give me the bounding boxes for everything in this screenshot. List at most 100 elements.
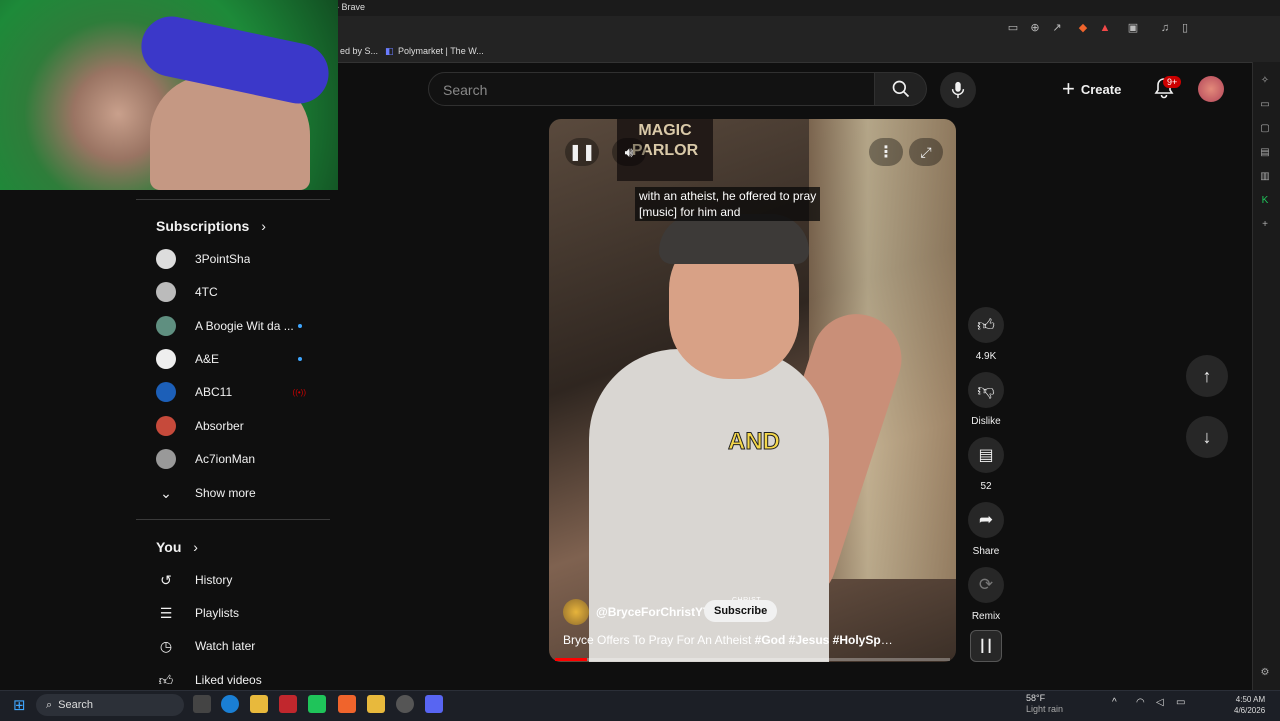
account-avatar[interactable]: [1198, 76, 1224, 102]
channel-avatar: [156, 382, 176, 402]
channel-avatar[interactable]: [563, 599, 589, 625]
video-captions: with an atheist, he offered to pray [mus…: [635, 187, 821, 221]
liked-videos-icon: 👍︎: [158, 671, 174, 688]
fullscreen-button[interactable]: ⤢: [909, 138, 943, 166]
speaker-icon[interactable]: ◁: [1156, 697, 1164, 708]
comments-action: ▤ 52: [966, 437, 1006, 492]
battery-icon[interactable]: ▭: [1176, 697, 1185, 708]
like-button[interactable]: 👍︎: [968, 307, 1004, 343]
channel-avatar: [156, 282, 176, 302]
taskbar-search-label: Search: [58, 699, 94, 711]
you-header[interactable]: You ›: [156, 539, 198, 555]
windows-start-icon[interactable]: ⊞: [13, 696, 26, 714]
edge-icon[interactable]: [221, 695, 239, 713]
more-vertical-icon: ⋮: [878, 144, 894, 161]
video-title-text: Bryce Offers To Pray For An Atheist: [563, 633, 755, 647]
brave-shields-icon[interactable]: ◆: [1076, 21, 1090, 35]
share-button[interactable]: ➦: [968, 502, 1004, 538]
brave-rewards-icon[interactable]: ▲: [1098, 21, 1112, 35]
voice-search-button[interactable]: [940, 72, 976, 108]
search-input[interactable]: [441, 79, 865, 101]
sidebar-item-ac7ionman[interactable]: Ac7ionMan: [156, 444, 326, 474]
extension-k-icon[interactable]: K: [1258, 194, 1272, 208]
playlists-icon: ☰: [159, 604, 173, 621]
sidebar-item-watch-later[interactable]: ◷ Watch later: [156, 631, 326, 661]
microphone-icon: [951, 81, 965, 99]
sidebar-item-playlists[interactable]: ☰ Playlists: [156, 598, 326, 628]
video-progress-bar[interactable]: [555, 658, 950, 661]
extensions-icon[interactable]: ▣: [1126, 21, 1140, 35]
new-content-dot: [298, 324, 302, 328]
sidebar-item-absorber[interactable]: Absorber: [156, 411, 326, 441]
pause-button[interactable]: ❚❚: [565, 138, 599, 166]
kick-icon[interactable]: [308, 695, 326, 713]
settings-gear-icon[interactable]: ⚙: [1258, 666, 1272, 680]
watch-later-label: Watch later: [195, 639, 256, 653]
leo-ai-icon[interactable]: ✧: [1258, 74, 1272, 88]
media-icon[interactable]: ♫: [1158, 21, 1172, 35]
video-title-hashtags[interactable]: #God #Jesus #HolySpirit ...: [755, 633, 893, 647]
chevron-right-icon: ›: [193, 539, 198, 555]
taskbar-search[interactable]: ⌕ Search: [36, 694, 184, 716]
subscribe-button[interactable]: Subscribe: [704, 600, 778, 622]
dislike-button[interactable]: 👎︎: [968, 372, 1004, 408]
share-page-icon[interactable]: ↗: [1050, 21, 1064, 35]
obs-icon[interactable]: [396, 695, 414, 713]
bookmark-item[interactable]: ed by S...: [340, 46, 378, 56]
zoom-icon[interactable]: ⊕: [1028, 21, 1042, 35]
new-content-dot: [298, 357, 302, 361]
sidebar-item-3pointsha[interactable]: 3PointSha: [156, 244, 326, 274]
create-button[interactable]: + Create: [1062, 72, 1138, 106]
bookmark-item[interactable]: Polymarket | The W...: [398, 46, 484, 56]
sidebar-item-ae[interactable]: A&E: [156, 344, 326, 374]
like-action: 👍︎ 4.9K: [966, 307, 1006, 362]
search-icon: ⌕: [46, 698, 53, 711]
rockstar-icon[interactable]: [367, 695, 385, 713]
cast-icon[interactable]: ▭: [1006, 21, 1020, 35]
task-view-icon[interactable]: [193, 695, 211, 713]
history-panel-icon[interactable]: ▤: [1258, 146, 1272, 160]
subscriptions-header[interactable]: Subscriptions ›: [156, 218, 266, 234]
remix-action: ⟳ Remix: [966, 567, 1006, 622]
show-more-button[interactable]: ⌄ Show more: [156, 478, 326, 508]
channel-label: ABC11: [195, 385, 233, 399]
weather-widget[interactable]: 58°F Light rain: [1012, 693, 1063, 715]
remix-button[interactable]: ⟳: [968, 567, 1004, 603]
mute-button[interactable]: 🔊︎: [612, 138, 646, 166]
tray-chevron-icon[interactable]: ^: [1112, 697, 1117, 708]
reading-list-icon[interactable]: ▭: [1258, 98, 1272, 112]
comments-count: 52: [980, 481, 992, 492]
channel-name[interactable]: @BryceForChristYT: [596, 605, 710, 619]
discord-icon[interactable]: [425, 695, 443, 713]
brave-icon[interactable]: [338, 695, 356, 713]
like-count: 4.9K: [975, 351, 997, 362]
sound-button[interactable]: ┃┃: [970, 630, 1002, 662]
taskbar-clock[interactable]: 4:50 AM 4/6/2026: [1234, 694, 1265, 716]
next-video-button[interactable]: ↓: [1186, 416, 1228, 458]
more-options-button[interactable]: ⋮: [869, 138, 903, 166]
adobe-icon[interactable]: [279, 695, 297, 713]
window-title: - Brave: [336, 2, 366, 12]
sidebar-toggle-icon[interactable]: ▯: [1178, 21, 1192, 35]
plus-icon: +: [1062, 76, 1075, 101]
sidebar-item-abc11[interactable]: ABC11 ((•)): [156, 377, 326, 407]
wifi-icon[interactable]: ◠: [1136, 697, 1145, 708]
dislike-action: 👎︎ Dislike: [966, 372, 1006, 427]
sidebar-divider: [136, 519, 330, 520]
clock-time: 4:50 AM: [1235, 695, 1266, 704]
you-title: You: [156, 539, 182, 555]
bookmarks-panel-icon[interactable]: ▢: [1258, 122, 1272, 136]
remix-icon: ⟳: [978, 575, 994, 594]
video-title[interactable]: Bryce Offers To Pray For An Atheist #God…: [563, 633, 893, 647]
sidebar-item-a-boogie[interactable]: A Boogie Wit da ...: [156, 311, 326, 341]
wallet-icon[interactable]: ▥: [1258, 170, 1272, 184]
add-panel-icon[interactable]: +: [1258, 218, 1272, 232]
previous-video-button[interactable]: ↑: [1186, 355, 1228, 397]
history-label: History: [195, 573, 233, 587]
file-explorer-icon[interactable]: [250, 695, 268, 713]
sidebar-item-4tc[interactable]: 4TC: [156, 277, 326, 307]
search-button[interactable]: [875, 72, 927, 106]
channel-label: A&E: [195, 352, 220, 366]
sidebar-item-history[interactable]: ↺ History: [156, 565, 326, 595]
comments-button[interactable]: ▤: [968, 437, 1004, 473]
